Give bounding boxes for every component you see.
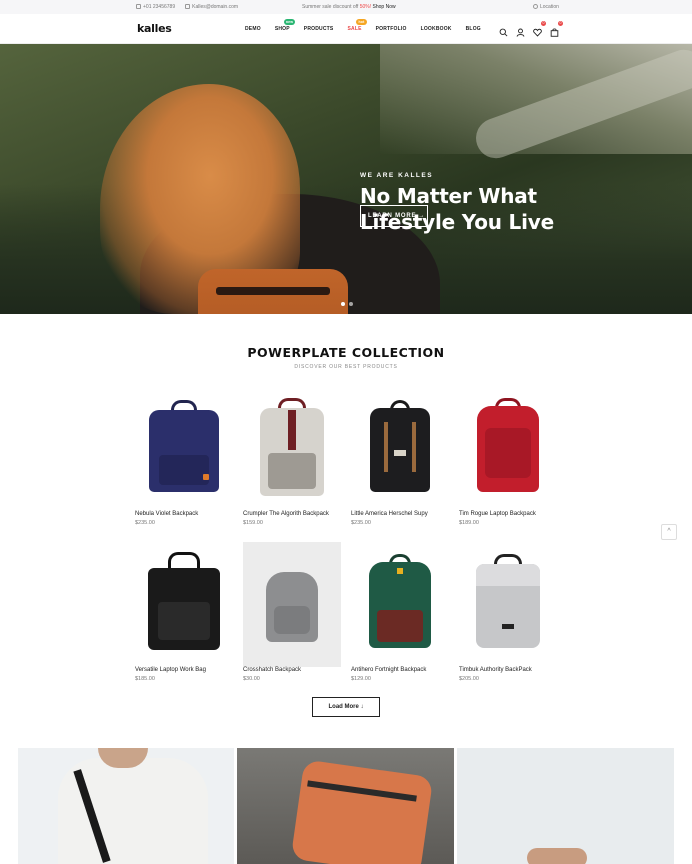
slider-dot[interactable]: [341, 302, 345, 306]
product-price: $185.00: [135, 676, 155, 682]
heart-icon: [533, 28, 542, 37]
hero-backpack: [198, 269, 348, 314]
hero-eyebrow: WE ARE KALLES: [360, 172, 434, 179]
product-price: $159.00: [243, 520, 263, 526]
hero-slider: WE ARE KALLES No Matter What Lifestyle Y…: [0, 44, 692, 314]
new-badge: new: [283, 19, 296, 25]
bag-icon: [550, 28, 559, 37]
location-pin-icon: [533, 4, 538, 9]
nav-demo[interactable]: DEMO: [245, 26, 261, 32]
shop-now-link[interactable]: Shop Now: [373, 4, 396, 10]
promo-banner[interactable]: [457, 748, 674, 864]
product-card[interactable]: Crumpler The Algorith Backpack $159.00: [243, 386, 341, 526]
user-icon[interactable]: [516, 24, 525, 37]
cart-count: 0: [558, 21, 563, 26]
scroll-to-top-button[interactable]: ^: [661, 524, 677, 540]
logo[interactable]: kalles: [137, 22, 172, 35]
main-nav: DEMO SHOP new PRODUCTS SALE hot PORTFOLIO …: [245, 19, 495, 32]
nav-portfolio[interactable]: PORTFOLIO: [376, 26, 407, 32]
product-name[interactable]: Tim Rogue Laptop Backpack: [459, 511, 536, 517]
section-subtitle: DISCOVER OUR BEST PRODUCTS: [294, 364, 398, 370]
slider-dot[interactable]: [349, 302, 353, 306]
phone-contact[interactable]: +01 23456789: [136, 4, 175, 10]
wishlist-button[interactable]: 0: [533, 21, 546, 37]
product-price: $235.00: [351, 520, 371, 526]
mail-icon: [185, 4, 191, 9]
chevron-up-icon: ^: [667, 528, 671, 535]
product-image[interactable]: [243, 386, 341, 511]
product-name[interactable]: Versatile Laptop Work Bag: [135, 667, 206, 673]
product-card[interactable]: Versatile Laptop Work Bag $185.00: [135, 542, 233, 682]
nav-blog[interactable]: BLOG: [466, 26, 481, 32]
nav-shop[interactable]: SHOP new: [275, 19, 296, 32]
product-price: $189.00: [459, 520, 479, 526]
product-card[interactable]: Little America Herschel Supy $235.00: [351, 386, 449, 526]
product-name[interactable]: Little America Herschel Supy: [351, 511, 428, 517]
product-price: $235.00: [135, 520, 155, 526]
product-card[interactable]: Nebula Violet Backpack $235.00: [135, 386, 233, 526]
nav-products[interactable]: PRODUCTS: [304, 26, 334, 32]
promo-banner[interactable]: [237, 748, 454, 864]
product-name[interactable]: Crumpler The Algorith Backpack: [243, 511, 329, 517]
top-bar: +01 23456789 Kalles@domain.com Summer sa…: [0, 0, 692, 14]
load-more-button[interactable]: Load More ↓: [312, 697, 380, 717]
nav-sale[interactable]: SALE hot: [347, 19, 367, 32]
slider-dots: [341, 302, 353, 306]
arrow-down-icon: ↓: [360, 704, 364, 710]
product-price: $205.00: [459, 676, 479, 682]
product-name[interactable]: Antihero Fortnight Backpack: [351, 667, 426, 673]
product-name[interactable]: Timbuk Authority BackPack: [459, 667, 532, 673]
product-card[interactable]: Timbuk Authority BackPack $205.00: [459, 542, 557, 682]
wishlist-count: 0: [541, 21, 546, 26]
location-link[interactable]: Location: [533, 4, 559, 10]
promo-banner[interactable]: [18, 748, 234, 864]
product-image[interactable]: [135, 542, 233, 667]
product-card[interactable]: Crosshatch Backpack $30.00: [243, 542, 341, 682]
section-title: POWERPLATE COLLECTION: [247, 345, 445, 360]
product-card[interactable]: Tim Rogue Laptop Backpack $189.00: [459, 386, 557, 526]
cart-button[interactable]: 0: [550, 21, 563, 37]
nav-lookbook[interactable]: LOOKBOOK: [421, 26, 452, 32]
product-image[interactable]: [351, 386, 449, 511]
product-image[interactable]: [135, 386, 233, 511]
site-header: kalles DEMO SHOP new PRODUCTS SALE hot POR…: [0, 14, 692, 44]
product-image[interactable]: [243, 542, 341, 667]
learn-more-button[interactable]: LEARN MORE →: [360, 205, 428, 227]
search-icon[interactable]: [499, 24, 508, 37]
product-image[interactable]: [459, 542, 557, 667]
arrow-right-icon: →: [418, 213, 426, 219]
product-image[interactable]: [351, 542, 449, 667]
product-card[interactable]: Antihero Fortnight Backpack $129.00: [351, 542, 449, 682]
product-name[interactable]: Nebula Violet Backpack: [135, 511, 198, 517]
product-price: $129.00: [351, 676, 371, 682]
product-image[interactable]: [459, 386, 557, 511]
promo-message: Summer sale discount off 50%! Shop Now: [302, 4, 396, 10]
product-price: $30.00: [243, 676, 260, 682]
hot-badge: hot: [356, 19, 367, 25]
product-name[interactable]: Crosshatch Backpack: [243, 667, 301, 673]
phone-icon: [136, 4, 141, 9]
email-contact[interactable]: Kalles@domain.com: [185, 4, 238, 10]
